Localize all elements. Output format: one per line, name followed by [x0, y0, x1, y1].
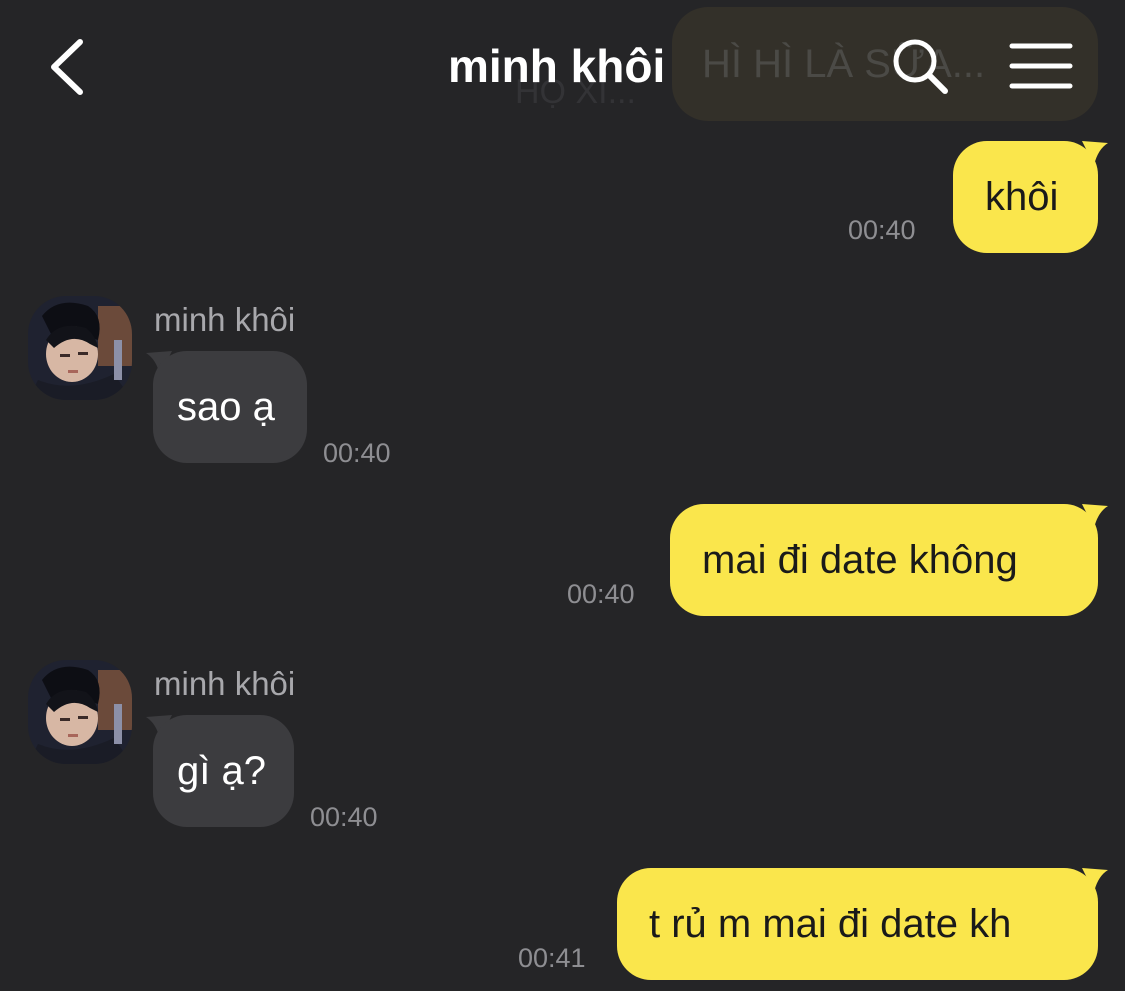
incoming-message-bubble[interactable]: gì ạ? [153, 715, 294, 827]
avatar[interactable] [28, 660, 132, 764]
outgoing-message-bubble[interactable]: khôi [953, 141, 1098, 253]
message-text: t rủ m mai đi date kh [649, 902, 1012, 946]
menu-icon[interactable] [1008, 40, 1074, 92]
message-time: 00:41 [518, 943, 586, 973]
incoming-message-bubble[interactable]: sao ạ [153, 351, 307, 463]
bubble-tail [1082, 868, 1108, 892]
message-time: 00:40 [323, 438, 391, 468]
search-icon[interactable] [890, 36, 950, 96]
message-time: 00:40 [567, 579, 635, 609]
outgoing-message-bubble[interactable]: t rủ m mai đi date kh [617, 868, 1098, 980]
bubble-tail [1082, 504, 1108, 528]
chevron-left-icon[interactable] [44, 36, 92, 98]
sender-name: minh khôi [154, 301, 296, 338]
chat-title: minh khôi [448, 40, 666, 92]
outgoing-message-bubble[interactable]: mai đi date không [670, 504, 1098, 616]
chat-screen: HỌ XÍ... HÌ HÌ LÀ SỮA... minh khôi 00:40… [0, 0, 1125, 991]
message-text: mai đi date không [702, 538, 1018, 582]
avatar[interactable] [28, 296, 132, 400]
message-time: 00:40 [310, 802, 378, 832]
message-text: sao ạ [177, 385, 275, 429]
message-text: khôi [985, 175, 1059, 219]
bubble-tail [1082, 141, 1108, 165]
message-text: gì ạ? [177, 749, 266, 793]
message-time: 00:40 [848, 215, 916, 245]
sender-name: minh khôi [154, 665, 296, 702]
